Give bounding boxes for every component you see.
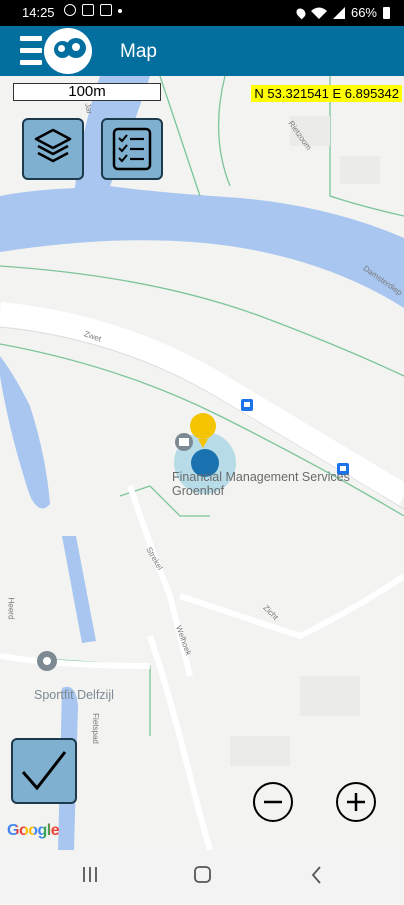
poi-gym-label: Sportfit Delfzijl bbox=[34, 688, 114, 702]
road-welhoek bbox=[147, 635, 213, 850]
poi-business-label: Financial Management Services Groenhof bbox=[172, 470, 350, 498]
status-bar: 14:25 66% bbox=[0, 0, 404, 26]
road-zicht bbox=[179, 573, 404, 640]
menu-bar-top bbox=[20, 36, 42, 41]
status-icons-left bbox=[64, 4, 122, 16]
google-logo-text: Google bbox=[7, 822, 60, 839]
app-bar: Map bbox=[0, 26, 404, 76]
street-jar: Jar bbox=[83, 102, 94, 115]
zoom-out-button[interactable] bbox=[253, 782, 293, 822]
battery-icon bbox=[383, 6, 390, 19]
menu-bar-bottom bbox=[20, 60, 42, 65]
page-title: Map bbox=[120, 41, 157, 62]
road-heerd bbox=[0, 653, 151, 669]
status-icons-right: 66% bbox=[294, 5, 390, 20]
gallery-icon bbox=[82, 4, 94, 16]
park-line-3 bbox=[159, 76, 201, 197]
canal-north bbox=[0, 76, 404, 308]
building-4 bbox=[230, 736, 290, 766]
scale-bar: 100m bbox=[13, 83, 161, 101]
logo-eye-left bbox=[58, 45, 65, 52]
sim-icon bbox=[100, 4, 112, 16]
checklist-button[interactable] bbox=[101, 118, 163, 180]
google-attribution[interactable]: Google bbox=[7, 822, 60, 840]
gym-poi-glyph bbox=[43, 657, 51, 665]
confirm-button[interactable] bbox=[11, 738, 77, 804]
app-logo bbox=[44, 28, 92, 74]
coordinates-label: N 53.321541 E 6.895342 bbox=[251, 85, 402, 102]
map-canvas bbox=[0, 76, 404, 850]
location-icon bbox=[294, 6, 308, 19]
menu-button[interactable] bbox=[20, 34, 42, 68]
canal-west bbox=[0, 356, 50, 509]
street-heerd: Heerd bbox=[6, 597, 16, 620]
logo-eye-right bbox=[72, 43, 80, 51]
home-icon[interactable] bbox=[194, 866, 211, 883]
canal-south bbox=[62, 536, 96, 643]
layers-icon bbox=[34, 128, 72, 163]
building-2 bbox=[340, 156, 380, 184]
checkmark-icon bbox=[21, 751, 67, 791]
wifi-icon bbox=[310, 7, 327, 19]
street-fietspad: Fietspad bbox=[90, 713, 100, 744]
dot-icon bbox=[118, 9, 122, 13]
nav-buttons bbox=[83, 866, 321, 884]
back-icon[interactable] bbox=[311, 866, 321, 884]
layers-button[interactable] bbox=[22, 118, 84, 180]
map-view[interactable]: Financial Management Services Groenhof S… bbox=[0, 76, 404, 850]
whatsapp-icon bbox=[64, 4, 76, 16]
building-3 bbox=[300, 676, 360, 716]
menu-bar-middle bbox=[20, 48, 42, 53]
bus-stop-glyph bbox=[244, 402, 250, 407]
bank-poi-glyph bbox=[179, 438, 189, 446]
minus-icon bbox=[264, 800, 282, 804]
checklist-icon bbox=[112, 127, 152, 171]
signal-icon bbox=[332, 6, 345, 19]
park-line-4 bbox=[217, 76, 231, 187]
status-time: 14:25 bbox=[22, 5, 55, 20]
battery-label: 66% bbox=[350, 5, 377, 20]
recents-icon[interactable] bbox=[83, 867, 97, 882]
selected-marker[interactable] bbox=[190, 413, 216, 439]
plus-icon bbox=[347, 793, 365, 811]
system-nav-bar bbox=[0, 850, 404, 900]
zoom-in-button[interactable] bbox=[336, 782, 376, 822]
